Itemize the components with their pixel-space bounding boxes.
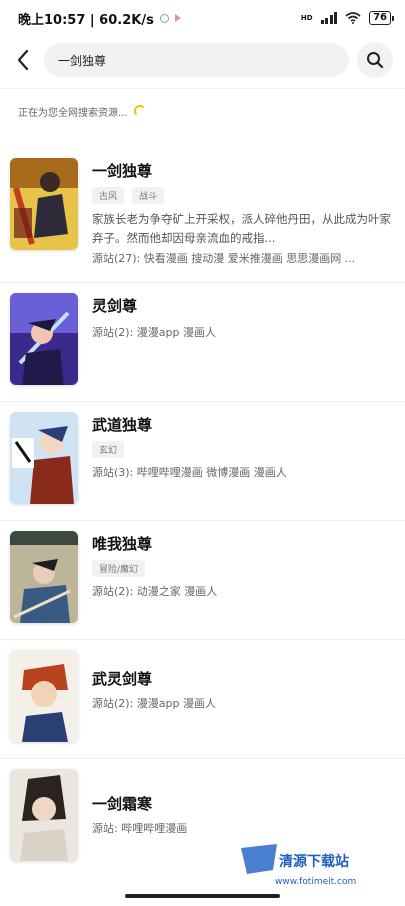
list-item[interactable]: 一剑独尊 古风 战斗 家族长老为争夺矿上开采权，派人碎他丹田，从此成为叶家弃子。… bbox=[0, 158, 405, 265]
cover-image bbox=[10, 650, 78, 742]
cover-image bbox=[10, 769, 78, 861]
search-input[interactable] bbox=[58, 53, 335, 67]
watermark-logo: 清源下载站 www.fotimeit.com bbox=[237, 840, 397, 890]
search-icon bbox=[367, 52, 384, 69]
status-right: HD 76 bbox=[300, 11, 394, 25]
item-title: 一剑霜寒 bbox=[92, 795, 153, 813]
divider bbox=[0, 401, 405, 402]
item-title: 唯我独尊 bbox=[92, 535, 153, 553]
item-title: 武道独尊 bbox=[92, 416, 153, 434]
cover-image bbox=[10, 293, 78, 385]
item-source: 源站(27): 快看漫画 搜动漫 爱米推漫画 思思漫画网 ... bbox=[92, 252, 356, 265]
item-title: 灵剑尊 bbox=[92, 297, 138, 315]
sync-icon bbox=[159, 13, 169, 23]
divider bbox=[0, 639, 405, 640]
tag: 冒险/魔幻 bbox=[92, 560, 146, 577]
searching-text: 正在为您全网搜索资源... bbox=[18, 107, 128, 119]
loading-spinner-icon bbox=[133, 105, 146, 117]
item-title: 武灵剑尊 bbox=[92, 670, 153, 688]
status-time: 晚上10:57 | 60.2K/s bbox=[18, 12, 154, 28]
play-icon bbox=[174, 14, 181, 22]
result-list: 一剑独尊 古风 战斗 家族长老为争夺矿上开采权，派人碎他丹田，从此成为叶家弃子。… bbox=[0, 158, 405, 863]
tag: 古风 bbox=[92, 187, 125, 204]
cover-image bbox=[10, 531, 78, 623]
tag: 玄幻 bbox=[92, 441, 125, 458]
item-info: 唯我独尊 冒险/魔幻 源站(2): 动漫之家 漫画人 bbox=[92, 531, 391, 625]
divider bbox=[0, 758, 405, 759]
battery-icon: 76 bbox=[369, 11, 394, 25]
signal-icon bbox=[320, 12, 338, 24]
status-left: 晚上10:57 | 60.2K/s bbox=[18, 9, 181, 28]
back-button[interactable] bbox=[10, 42, 36, 78]
status-bar: 晚上10:57 | 60.2K/s HD 76 bbox=[0, 0, 405, 36]
item-info: 灵剑尊 源站(2): 漫漫app 漫画人 bbox=[92, 293, 391, 387]
list-item[interactable]: 灵剑尊 源站(2): 漫漫app 漫画人 bbox=[0, 293, 405, 387]
back-arrow-icon bbox=[17, 49, 29, 71]
item-source: 源站(2): 动漫之家 漫画人 bbox=[92, 585, 218, 598]
divider bbox=[0, 282, 405, 283]
item-tags: 冒险/魔幻 bbox=[92, 560, 391, 577]
tag: 战斗 bbox=[132, 187, 165, 204]
search-box[interactable] bbox=[44, 43, 349, 77]
network-type: HD bbox=[300, 14, 313, 22]
item-tags: 玄幻 bbox=[92, 441, 391, 458]
item-source: 源站(3): 哔哩哔哩漫画 微博漫画 漫画人 bbox=[92, 466, 287, 479]
item-info: 武灵剑尊 源站(2): 漫漫app 漫画人 bbox=[92, 650, 391, 744]
searching-status: 正在为您全网搜索资源... bbox=[0, 89, 405, 133]
item-source: 源站(2): 漫漫app 漫画人 bbox=[92, 326, 216, 339]
list-item[interactable]: 武道独尊 玄幻 源站(3): 哔哩哔哩漫画 微博漫画 漫画人 bbox=[0, 412, 405, 506]
item-source: 源站(2): 漫漫app 漫画人 bbox=[92, 697, 216, 710]
watermark-name: 清源下载站 bbox=[279, 853, 349, 870]
item-info: 一剑独尊 古风 战斗 家族长老为争夺矿上开采权，派人碎他丹田，从此成为叶家弃子。… bbox=[92, 158, 391, 265]
divider bbox=[0, 520, 405, 521]
cover-image bbox=[10, 158, 78, 250]
search-bar bbox=[0, 36, 405, 84]
item-info: 武道独尊 玄幻 源站(3): 哔哩哔哩漫画 微博漫画 漫画人 bbox=[92, 412, 391, 506]
home-indicator[interactable] bbox=[125, 894, 280, 898]
watermark-url: www.fotimeit.com bbox=[275, 877, 356, 887]
item-description: 家族长老为争夺矿上开采权，派人碎他丹田，从此成为叶家弃子。然而他却因母亲流血的戒… bbox=[92, 212, 391, 245]
list-item[interactable]: 唯我独尊 冒险/魔幻 源站(2): 动漫之家 漫画人 bbox=[0, 531, 405, 625]
list-item[interactable]: 武灵剑尊 源站(2): 漫漫app 漫画人 bbox=[0, 650, 405, 744]
item-source: 源站: 哔哩哔哩漫画 bbox=[92, 822, 188, 835]
item-tags: 古风 战斗 bbox=[92, 187, 391, 204]
cover-image bbox=[10, 412, 78, 504]
item-title: 一剑独尊 bbox=[92, 162, 153, 180]
search-button[interactable] bbox=[357, 42, 393, 78]
wifi-icon bbox=[345, 12, 361, 24]
